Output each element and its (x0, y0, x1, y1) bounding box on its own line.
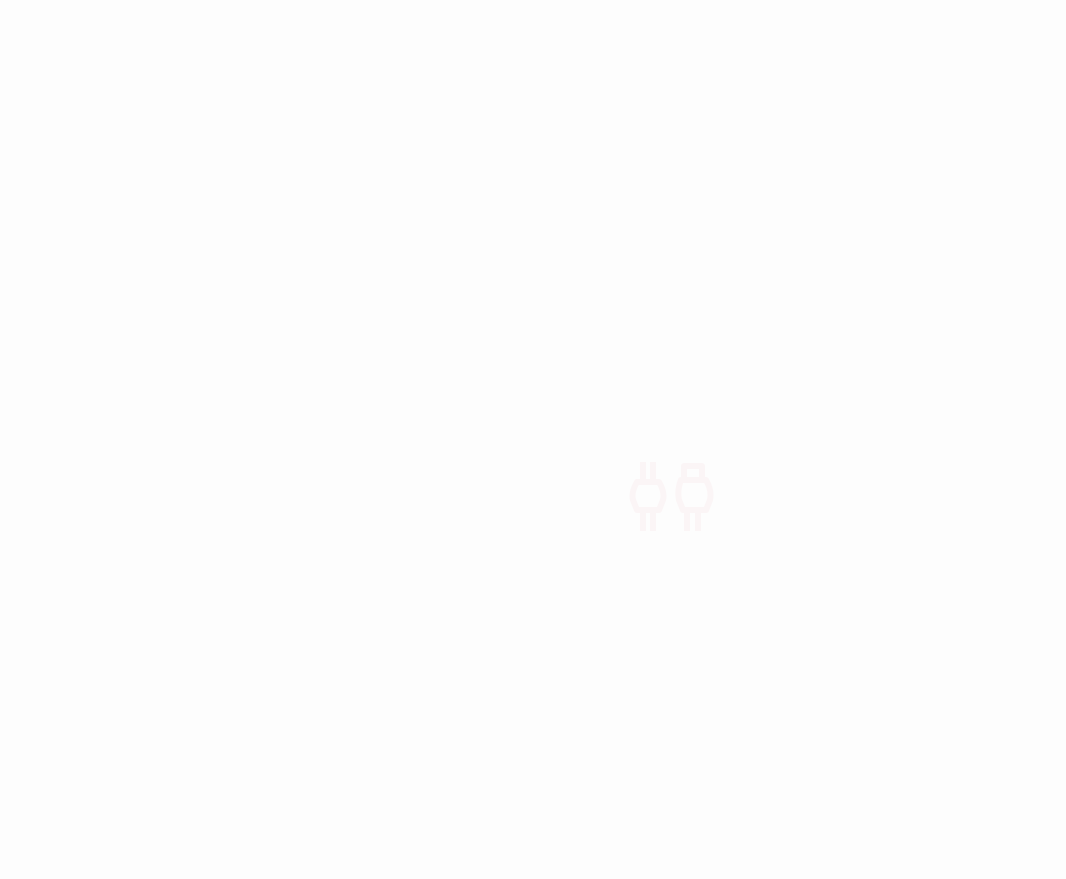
unplugged-connector-icon (626, 462, 716, 532)
blank-page-viewport (0, 0, 1066, 879)
